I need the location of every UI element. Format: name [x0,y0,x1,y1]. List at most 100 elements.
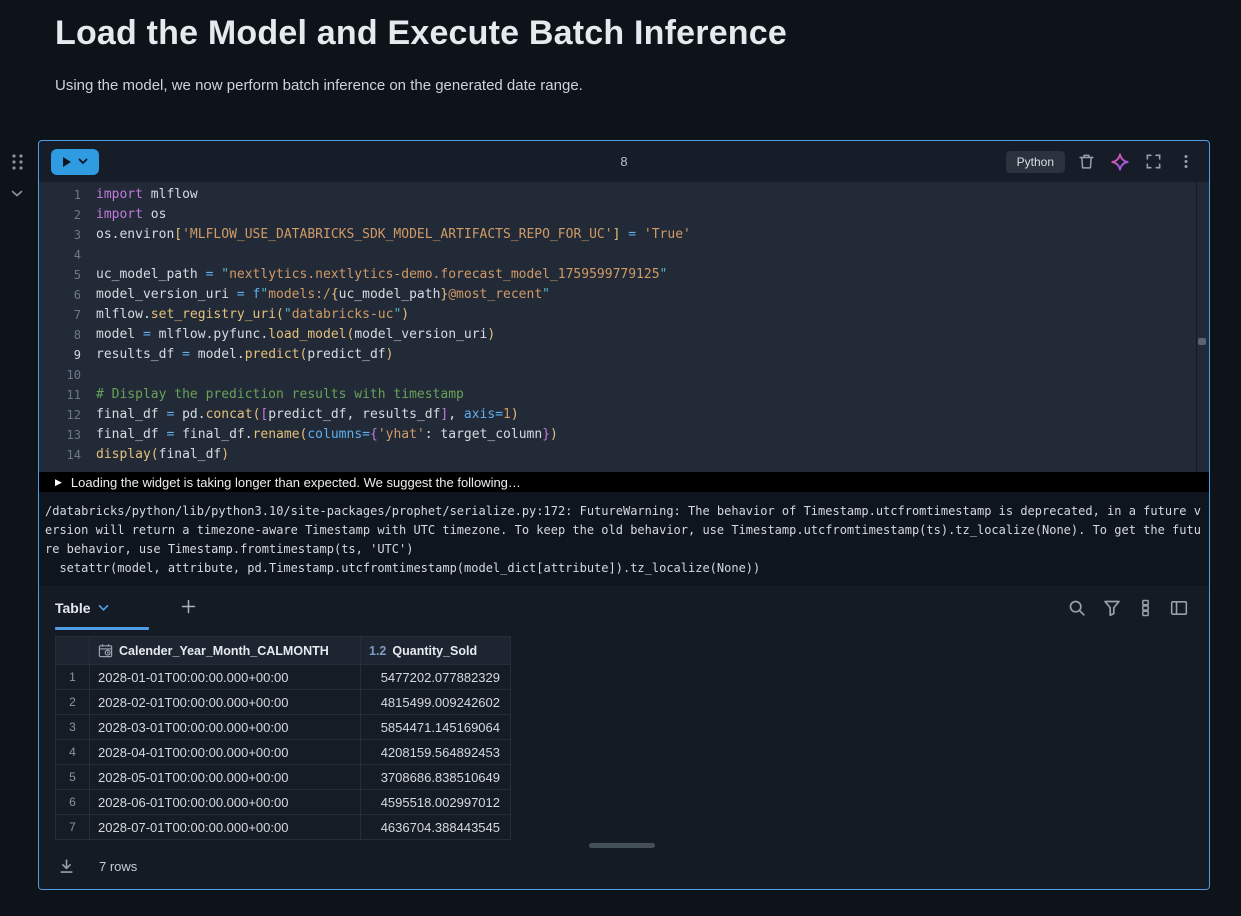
execution-count: 8 [620,154,627,169]
code-line[interactable]: 12final_df = pd.concat([predict_df, resu… [39,405,1209,425]
line-number: 7 [39,305,81,325]
cell-gutter [8,151,30,211]
code-line[interactable]: 11# Display the prediction results with … [39,385,1209,405]
date-cell: 2028-07-01T00:00:00.000+00:00 [90,815,361,840]
sparkle-icon [1111,153,1129,171]
code-text [81,245,96,265]
widget-loading-text: Loading the widget is taking longer than… [71,475,521,490]
row-index-cell: 6 [56,790,90,815]
date-column-header[interactable]: Calender_Year_Month_CALMONTH [90,637,361,665]
table-row: 52028-05-01T00:00:00.000+00:003708686.83… [56,765,511,790]
tab-table-label: Table [55,600,91,616]
kebab-menu-icon [1178,153,1194,170]
calendar-date-type-icon [98,643,113,658]
code-line[interactable]: 8model = mlflow.pyfunc.load_model(model_… [39,325,1209,345]
table-header-row: Calender_Year_Month_CALMONTH 1.2 Quantit… [56,637,511,665]
code-scrollbar-thumb[interactable] [1198,338,1206,345]
code-line[interactable]: 13final_df = final_df.rename(columns={'y… [39,425,1209,445]
line-number: 11 [39,385,81,405]
line-number: 1 [39,185,81,205]
download-icon [58,858,75,875]
line-number: 14 [39,445,81,465]
line-number: 3 [39,225,81,245]
code-line[interactable]: 9results_df = model.predict(predict_df) [39,345,1209,365]
code-text: import os [81,205,166,225]
run-cell-button[interactable] [51,149,99,175]
results-footer: 7 rows [39,843,1209,889]
quantity-cell: 4595518.002997012 [361,790,511,815]
results-table: Calender_Year_Month_CALMONTH 1.2 Quantit… [55,636,511,840]
line-number: 5 [39,265,81,285]
row-index-cell: 2 [56,690,90,715]
code-text: results_df = model.predict(predict_df) [81,345,393,365]
code-text [81,365,96,385]
columns-options-button[interactable] [1135,596,1156,620]
page-subtitle: Using the model, we now perform batch in… [55,77,583,94]
results-toolbar-icons [1065,596,1209,620]
chevron-down-icon [78,158,88,165]
drag-handle-icon[interactable] [8,151,27,176]
line-number: 10 [39,365,81,385]
quantity-cell: 4208159.564892453 [361,740,511,765]
line-number: 2 [39,205,81,225]
quantity-column-label: Quantity_Sold [392,644,477,658]
date-cell: 2028-06-01T00:00:00.000+00:00 [90,790,361,815]
line-number: 12 [39,405,81,425]
add-visualization-button[interactable] [175,596,202,620]
date-cell: 2028-01-01T00:00:00.000+00:00 [90,665,361,690]
cell-menu-button[interactable] [1175,150,1197,173]
expand-cell-button[interactable] [1142,150,1165,173]
code-line[interactable]: 1import mlflow [39,185,1209,205]
code-line[interactable]: 5uc_model_path = "nextlytics.nextlytics-… [39,265,1209,285]
date-cell: 2028-05-01T00:00:00.000+00:00 [90,765,361,790]
search-icon [1068,599,1086,617]
table-row: 72028-07-01T00:00:00.000+00:004636704.38… [56,815,511,840]
code-line[interactable]: 4 [39,245,1209,265]
cell-toolbar: 8 Python [39,141,1209,182]
code-line[interactable]: 6model_version_uri = f"models:/{uc_model… [39,285,1209,305]
notebook-cell: 8 Python [38,140,1210,890]
fullscreen-icon [1145,153,1162,170]
download-results-button[interactable] [55,855,78,878]
table-row: 22028-02-01T00:00:00.000+00:004815499.00… [56,690,511,715]
toggle-side-panel-button[interactable] [1167,596,1191,620]
row-index-cell: 7 [56,815,90,840]
ai-assistant-button[interactable] [1108,150,1132,174]
row-index-cell: 4 [56,740,90,765]
language-selector[interactable]: Python [1006,151,1065,173]
date-cell: 2028-02-01T00:00:00.000+00:00 [90,690,361,715]
decimal-type-badge: 1.2 [369,644,386,658]
quantity-cell: 5854471.145169064 [361,715,511,740]
row-index-cell: 5 [56,765,90,790]
delete-cell-button[interactable] [1075,150,1098,173]
code-line[interactable]: 3os.environ['MLFLOW_USE_DATABRICKS_SDK_M… [39,225,1209,245]
line-number: 4 [39,245,81,265]
date-column-label: Calender_Year_Month_CALMONTH [119,644,329,658]
quantity-column-header[interactable]: 1.2 Quantity_Sold [361,637,511,665]
code-line[interactable]: 7mlflow.set_registry_uri("databricks-uc"… [39,305,1209,325]
table-row: 12028-01-01T00:00:00.000+00:005477202.07… [56,665,511,690]
cell-toolbar-right: Python [1006,150,1197,174]
search-results-button[interactable] [1065,596,1089,620]
filter-results-button[interactable] [1100,596,1124,620]
line-number: 13 [39,425,81,445]
quantity-cell: 3708686.838510649 [361,765,511,790]
chevron-down-icon [98,604,109,612]
code-text: final_df = final_df.rename(columns={'yha… [81,425,558,445]
date-cell: 2028-03-01T00:00:00.000+00:00 [90,715,361,740]
code-line[interactable]: 2import os [39,205,1209,225]
code-line[interactable]: 14display(final_df) [39,445,1209,465]
widget-loading-banner[interactable]: ▶ Loading the widget is taking longer th… [39,472,1209,492]
page-title: Load the Model and Execute Batch Inferen… [55,14,787,53]
tab-table[interactable]: Table [55,586,149,630]
active-tab-underline [55,627,149,630]
quantity-cell: 4636704.388443545 [361,815,511,840]
collapse-cell-chevron-icon[interactable] [8,184,26,203]
code-editor[interactable]: 1import mlflow2import os3os.environ['MLF… [39,182,1209,472]
code-text: os.environ['MLFLOW_USE_DATABRICKS_SDK_MO… [81,225,691,245]
code-line[interactable]: 10 [39,365,1209,385]
table-row: 32028-03-01T00:00:00.000+00:005854471.14… [56,715,511,740]
line-number: 8 [39,325,81,345]
row-index-cell: 1 [56,665,90,690]
plus-icon [181,599,196,614]
